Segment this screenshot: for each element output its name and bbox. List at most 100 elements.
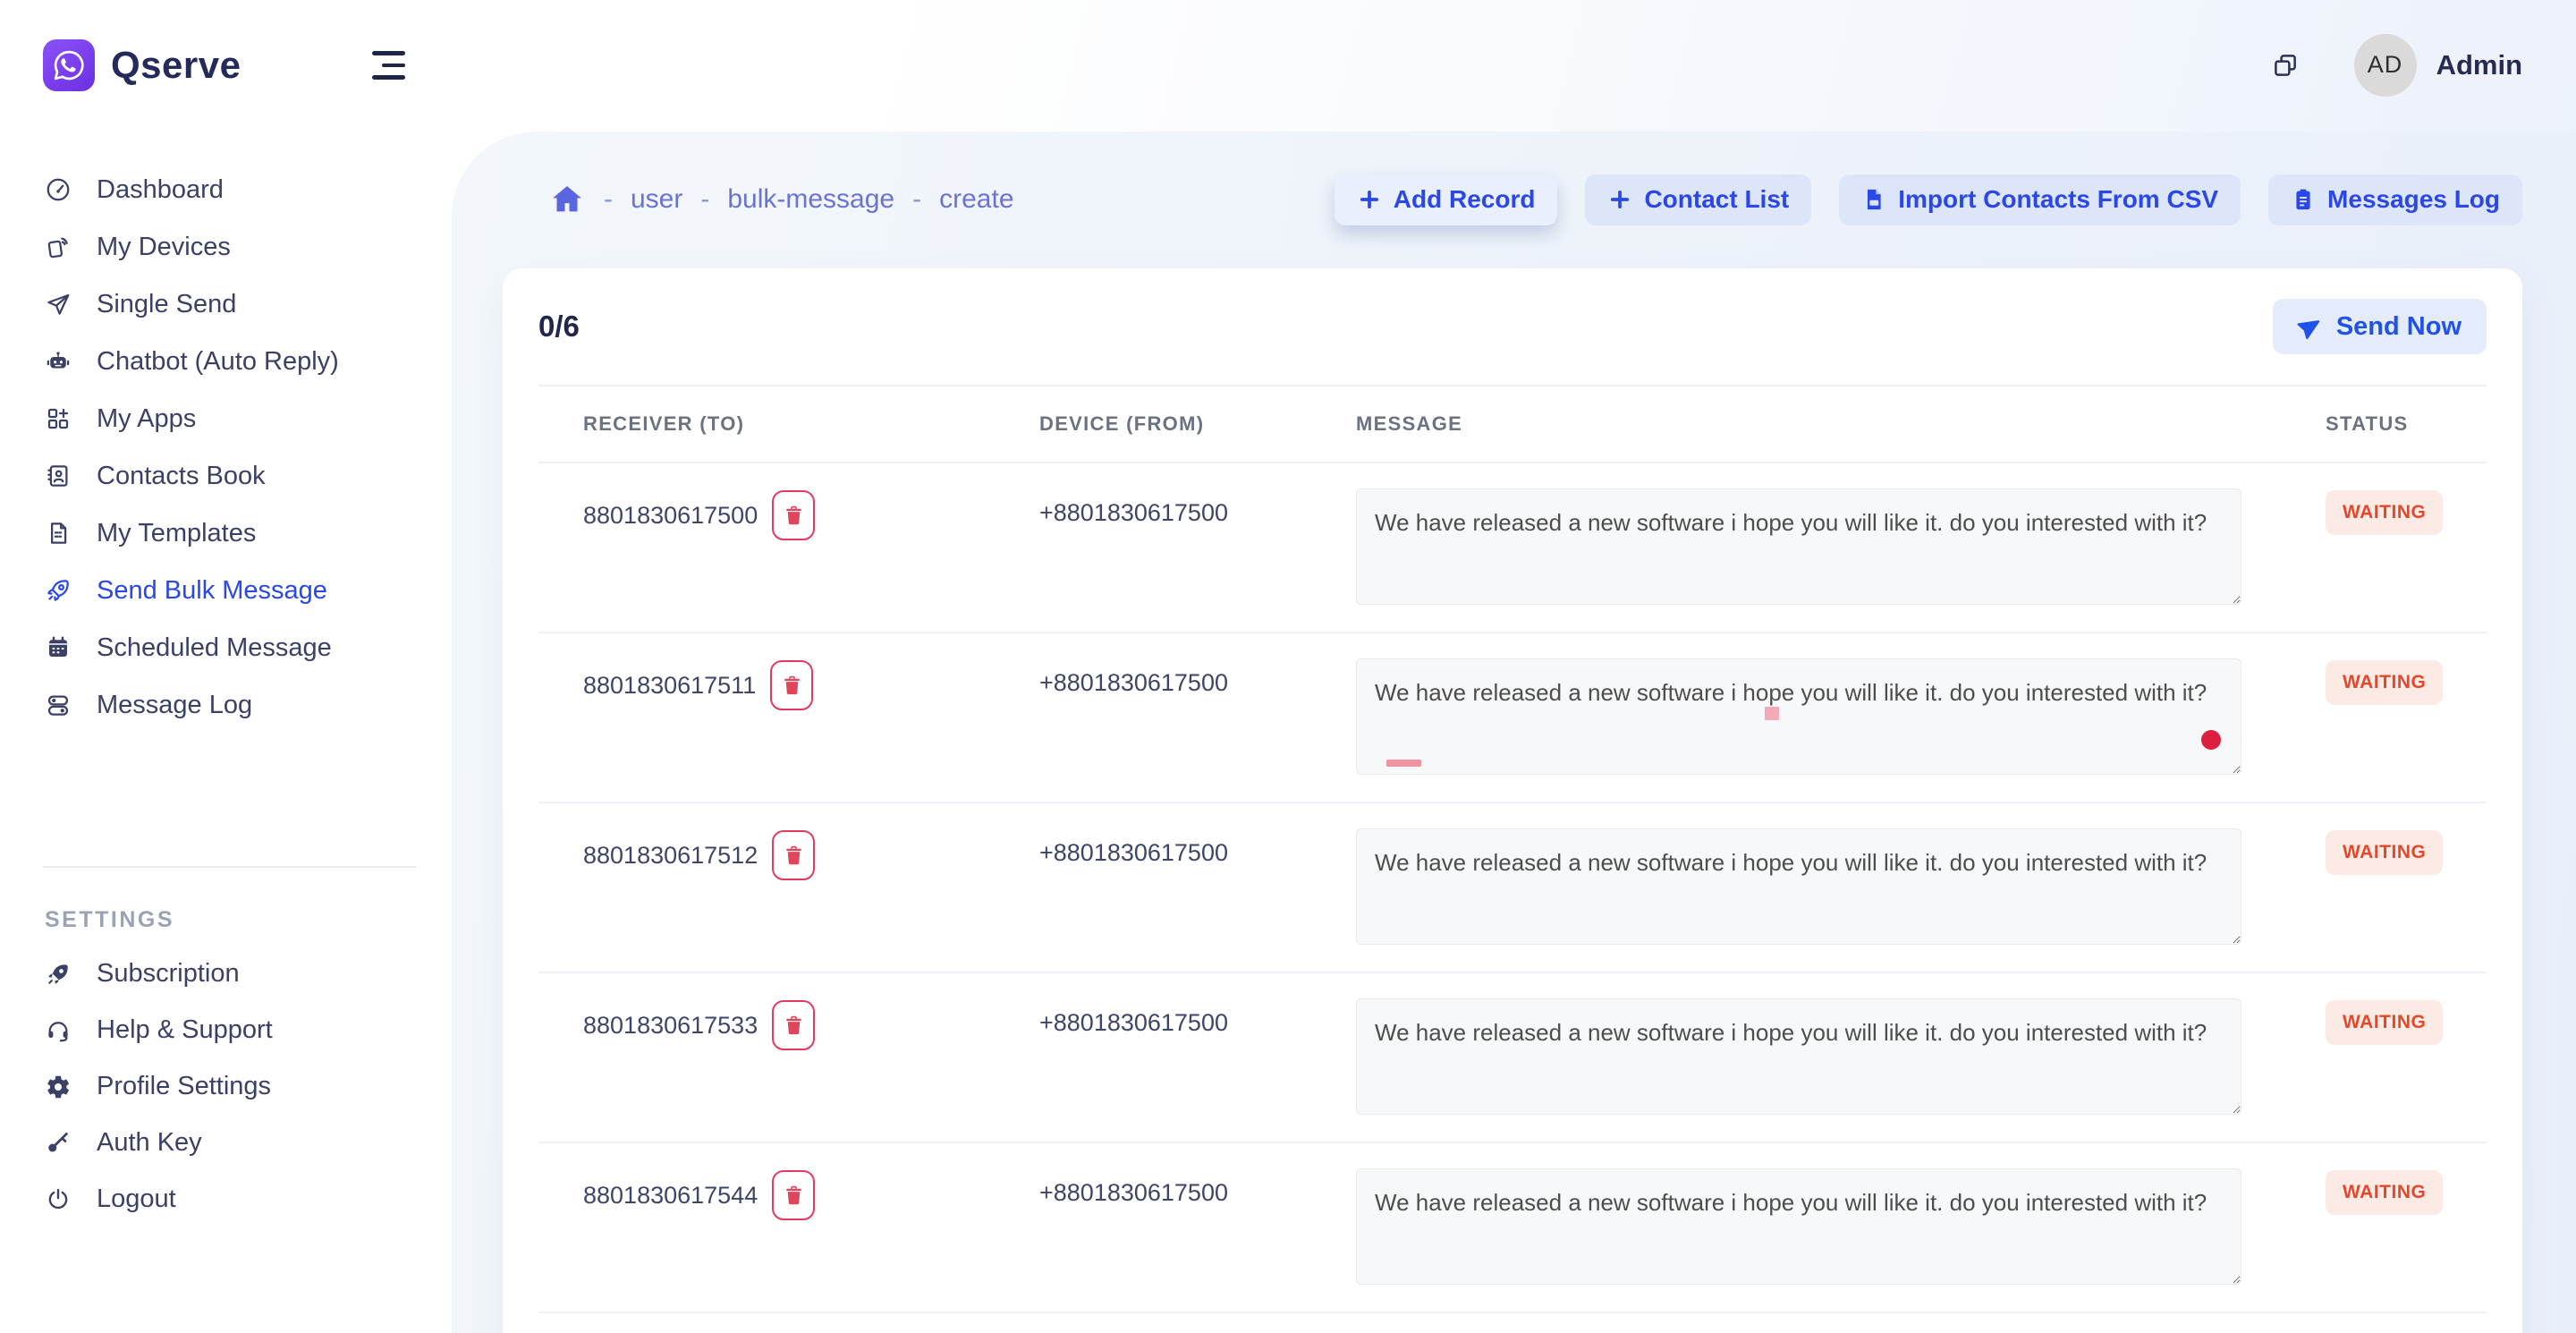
breadcrumb-separator: - — [912, 184, 921, 215]
delete-row-button[interactable] — [772, 490, 815, 540]
sidebar-item-scheduled-message[interactable]: Scheduled Message — [0, 619, 452, 676]
trash-icon — [783, 845, 805, 867]
home-icon[interactable] — [548, 182, 586, 217]
grammar-assistant-dot-icon — [2201, 730, 2221, 750]
receiver-number: 8801830617544 — [583, 1182, 758, 1210]
message-cell: We have released a new software i hope y… — [1311, 463, 2281, 632]
sidebar-item-single-send[interactable]: Single Send — [0, 276, 452, 333]
copy-icon[interactable] — [2272, 52, 2299, 79]
trash-icon — [781, 675, 803, 697]
import-contacts-csv-button[interactable]: Import Contacts From CSV — [1839, 174, 2241, 225]
plus-icon — [1607, 187, 1632, 212]
delete-row-button[interactable] — [772, 1000, 815, 1050]
col-header-status: STATUS — [2281, 412, 2487, 436]
breadcrumb-create[interactable]: create — [939, 184, 1013, 215]
sidebar-item-help-support[interactable]: Help & Support — [0, 1002, 452, 1058]
spellcheck-underline — [1386, 760, 1421, 767]
sidebar-item-logout[interactable]: Logout — [0, 1171, 452, 1227]
avatar[interactable]: AD — [2354, 34, 2417, 97]
user-name[interactable]: Admin — [2436, 49, 2522, 81]
breadcrumb-separator: - — [604, 184, 613, 215]
sidebar-item-my-devices[interactable]: My Devices — [0, 218, 452, 276]
message-textarea[interactable]: We have released a new software i hope y… — [1356, 488, 2241, 605]
progress-counter: 0/6 — [538, 310, 580, 344]
receiver-number: 8801830617533 — [583, 1012, 758, 1040]
receiver-number: 8801830617500 — [583, 502, 758, 530]
power-icon — [45, 1186, 72, 1213]
rocket-filled-icon — [45, 961, 72, 988]
robot-icon — [45, 348, 72, 375]
page: Qserve Dashboard My Devices Single Send … — [0, 0, 2576, 1333]
contact-list-button[interactable]: Contact List — [1585, 174, 1811, 225]
sidebar-item-subscription[interactable]: Subscription — [0, 946, 452, 1002]
status-cell: WAITING — [2281, 633, 2487, 802]
messages-log-button[interactable]: Messages Log — [2268, 174, 2522, 225]
receiver-cell: 8801830617544 — [538, 1143, 995, 1220]
send-icon — [2293, 310, 2328, 344]
device-number: +8801830617500 — [995, 973, 1311, 1142]
sidebar-divider — [43, 866, 416, 868]
message-textarea[interactable]: We have released a new software i hope y… — [1356, 658, 2241, 775]
status-badge: WAITING — [2326, 490, 2443, 535]
paper-plane-icon — [45, 291, 72, 318]
topbar: AD Admin — [452, 0, 2576, 130]
delete-row-button[interactable] — [770, 660, 813, 710]
send-now-button[interactable]: Send Now — [2273, 299, 2487, 354]
headset-icon — [45, 1017, 72, 1044]
phone-signal-icon — [45, 233, 72, 260]
col-header-receiver: RECEIVER (TO) — [538, 412, 995, 436]
message-cell: We have released a new software i hope y… — [1311, 1143, 2281, 1312]
message-textarea[interactable]: We have released a new software i hope y… — [1356, 998, 2241, 1115]
table-row: 8801830617533 +8801830617500 We have rel… — [538, 973, 2487, 1143]
message-textarea[interactable]: We have released a new software i hope y… — [1356, 828, 2241, 945]
sidebar-item-send-bulk-message[interactable]: Send Bulk Message — [0, 562, 452, 619]
table-header-row: RECEIVER (TO) DEVICE (FROM) MESSAGE STAT… — [538, 386, 2487, 463]
device-number: +8801830617500 — [995, 803, 1311, 972]
sidebar-item-my-templates[interactable]: My Templates — [0, 505, 452, 562]
trash-icon — [783, 505, 805, 527]
csv-file-icon — [1861, 187, 1886, 212]
delete-row-button[interactable] — [772, 830, 815, 880]
sidebar-item-message-log[interactable]: Message Log — [0, 676, 452, 734]
gear-icon — [45, 1074, 72, 1100]
breadcrumb: - user - bulk-message - create — [548, 182, 1014, 217]
hamburger-menu-icon[interactable] — [372, 51, 405, 80]
sidebar-item-my-apps[interactable]: My Apps — [0, 390, 452, 447]
col-header-device: DEVICE (FROM) — [995, 412, 1311, 436]
gauge-icon — [45, 176, 72, 203]
brand-name: Qserve — [111, 44, 241, 87]
clipboard-icon — [2291, 187, 2316, 212]
spellcheck-mark — [1765, 707, 1779, 720]
table-row: 8801830617500 +8801830617500 We have rel… — [538, 463, 2487, 633]
delete-row-button[interactable] — [772, 1170, 815, 1220]
sidebar-item-profile-settings[interactable]: Profile Settings — [0, 1058, 452, 1115]
receiver-number: 8801830617511 — [583, 672, 756, 700]
sidebar-item-chatbot[interactable]: Chatbot (Auto Reply) — [0, 333, 452, 390]
status-badge: WAITING — [2326, 660, 2443, 705]
sidebar-settings-nav: Subscription Help & Support Profile Sett… — [0, 946, 452, 1227]
receiver-cell: 8801830617533 — [538, 973, 995, 1050]
toggles-icon — [45, 692, 72, 718]
sidebar-item-dashboard[interactable]: Dashboard — [0, 161, 452, 218]
breadcrumb-bulk-message[interactable]: bulk-message — [727, 184, 894, 215]
breadcrumb-user[interactable]: user — [631, 184, 682, 215]
message-textarea[interactable]: We have released a new software i hope y… — [1356, 1168, 2241, 1285]
whatsapp-logo-icon — [43, 39, 95, 91]
receiver-cell: 8801830617511 — [538, 633, 995, 710]
table-row: 8801830617511 +8801830617500 We have rel… — [538, 633, 2487, 803]
rocket-icon — [45, 577, 72, 604]
add-record-button[interactable]: Add Record — [1335, 174, 1558, 225]
sidebar-item-contacts-book[interactable]: Contacts Book — [0, 447, 452, 505]
trash-icon — [783, 1015, 805, 1037]
table-row: 8801830617544 +8801830617500 We have rel… — [538, 1143, 2487, 1313]
device-number: +8801830617500 — [995, 633, 1311, 802]
toolbar: - user - bulk-message - create Add Recor… — [548, 174, 2522, 225]
device-number: +8801830617500 — [995, 463, 1311, 632]
breadcrumb-separator: - — [700, 184, 709, 215]
sidebar-item-auth-key[interactable]: Auth Key — [0, 1115, 452, 1171]
address-book-icon — [45, 463, 72, 489]
status-cell: WAITING — [2281, 463, 2487, 632]
bulk-message-card: 0/6 Send Now RECEIVER (TO) DEVICE (FROM)… — [503, 268, 2522, 1333]
sidebar: Qserve Dashboard My Devices Single Send … — [0, 0, 452, 1333]
file-text-icon — [45, 520, 72, 547]
